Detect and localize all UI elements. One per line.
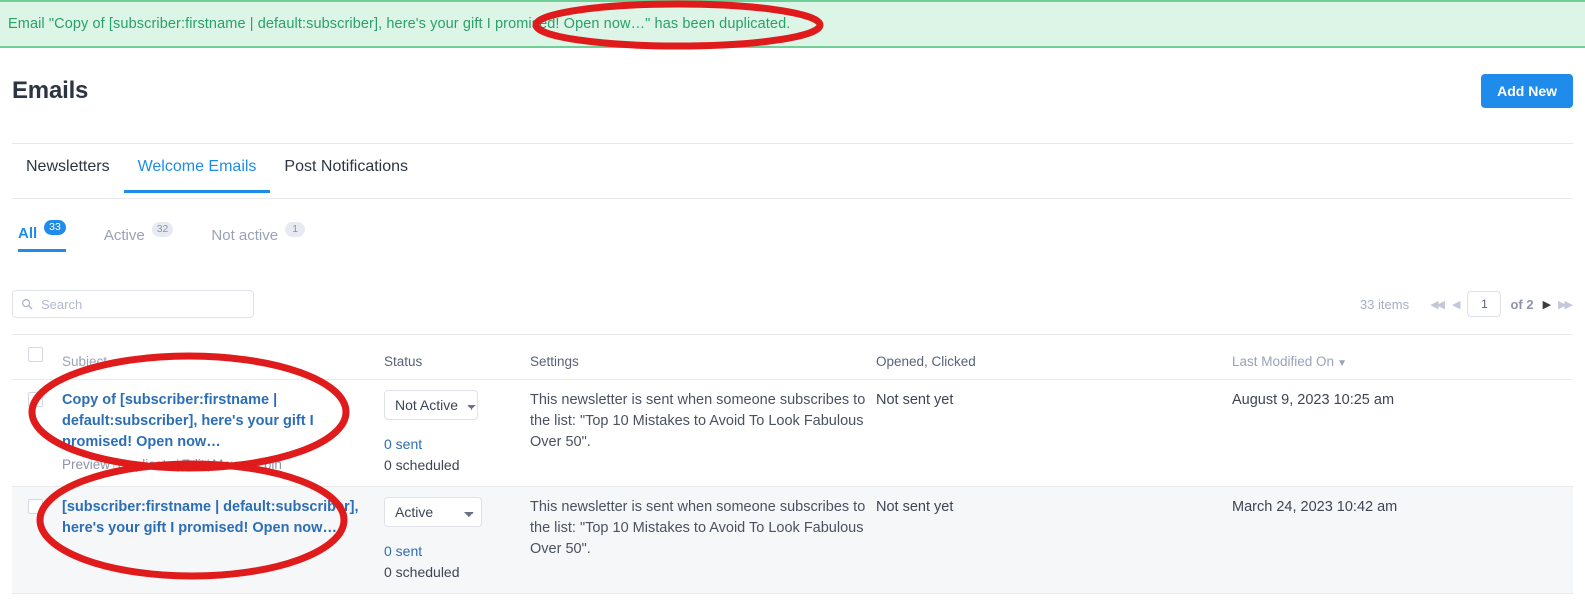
pagination-prev-icon[interactable]: ◀ [1452,298,1461,311]
status-select[interactable]: Active [384,497,482,527]
header-settings-cell: Settings [526,335,872,379]
tab-welcome-emails[interactable]: Welcome Emails [123,152,271,193]
action-separator: | [112,457,116,472]
pagination-first-icon[interactable]: ◀◀ [1430,298,1445,311]
page-title: Emails [12,77,89,104]
header-divider [12,143,1573,144]
row-checkbox[interactable] [28,392,43,407]
opened-clicked-value: Not sent yet [876,499,954,515]
tabs-divider [12,198,1573,199]
header-select-all-cell [12,335,58,379]
search-icon [22,299,33,310]
notification-message: Email "Copy of [subscriber:firstname | d… [8,16,791,32]
filter-all-count: 33 [44,220,66,235]
row-settings-cell: This newsletter is sent when someone sub… [526,487,872,593]
select-all-checkbox[interactable] [28,347,43,362]
filter-active-label: Active [103,226,145,244]
row-status-cell: Active 0 sent 0 scheduled [380,487,526,593]
pagination-last-icon[interactable]: ▶▶ [1558,298,1573,311]
filter-not-active-label: Not active [211,226,279,244]
action-preview[interactable]: Preview [62,457,110,472]
filter-all-label: All [18,225,38,242]
action-edit[interactable]: Edit [181,457,204,472]
row-select-cell [12,380,58,486]
search-input[interactable] [39,295,245,313]
pagination-items-count: 33 items [1359,296,1410,312]
sort-desc-caret: ▼ [1337,358,1347,369]
sent-count-link[interactable]: 0 sent [384,434,522,455]
action-separator: | [206,457,211,472]
row-last-modified-cell: August 9, 2023 10:25 am [1216,380,1573,486]
pagination-next-icon[interactable]: ▶ [1543,298,1552,311]
row-checkbox[interactable] [28,499,43,514]
row-opened-clicked-cell: Not sent yet [872,380,1216,486]
action-duplicate[interactable]: Duplicate [118,457,174,472]
table-header-row: Subject Status Settings Opened, Clicked … [12,335,1573,380]
row-last-modified-cell: March 24, 2023 10:42 am [1216,487,1573,593]
column-header-opened-clicked: Opened, Clicked [876,354,976,369]
row-select-cell [12,487,58,593]
row-actions: Preview | Duplicate | Edit | Move to bin [62,455,376,474]
row-sent-stats: 0 sent 0 scheduled [384,541,522,583]
filter-all[interactable]: All 33 [18,220,66,252]
column-header-settings: Settings [530,354,579,369]
row-settings-cell: This newsletter is sent when someone sub… [526,380,872,486]
settings-description: This newsletter is sent when someone sub… [530,499,866,557]
emails-page: Email "Copy of [subscriber:firstname | d… [0,0,1585,613]
scheduled-count: 0 scheduled [384,564,460,580]
header-status-cell: Status [380,335,526,379]
column-header-status: Status [384,354,423,369]
last-modified-value: March 24, 2023 10:42 am [1232,499,1398,515]
filter-not-active[interactable]: Not active 1 [211,221,306,251]
pagination-page-input[interactable] [1467,291,1502,317]
row-subject-cell: [subscriber:firstname | default:subscrib… [58,487,380,593]
main-tabs: Newsletters Welcome Emails Post Notifica… [12,152,1573,198]
row-opened-clicked-cell: Not sent yet [872,487,1216,593]
filter-active-count: 32 [151,221,174,237]
page-header: Emails Add New [0,48,1585,134]
row-status-cell: Not Active 0 sent 0 scheduled [380,380,526,486]
action-move-to-bin[interactable]: Move to bin [212,457,282,472]
pagination: 33 items ◀◀ ◀ of 2 ▶ ▶▶ [1359,290,1573,318]
tab-newsletters[interactable]: Newsletters [12,152,124,190]
pagination-total-pages: of 2 [1510,296,1534,312]
column-header-last-modified[interactable]: Last Modified On ▼ [1220,345,1569,369]
header-subject-cell: Subject [58,335,380,379]
email-subject-link[interactable]: Copy of [subscriber:firstname | default:… [62,390,376,453]
sent-count-link[interactable]: 0 sent [384,541,522,562]
add-new-button[interactable]: Add New [1481,74,1573,108]
column-header-subject[interactable]: Subject [62,345,376,369]
column-header-last-modified-label: Last Modified On [1232,354,1335,369]
scheduled-count: 0 scheduled [384,457,460,473]
notification-banner: Email "Copy of [subscriber:firstname | d… [0,0,1585,48]
row-subject-cell: Copy of [subscriber:firstname | default:… [58,380,380,486]
filter-active[interactable]: Active 32 [103,221,174,251]
last-modified-value: August 9, 2023 10:25 am [1232,392,1395,408]
tab-post-notifications[interactable]: Post Notifications [270,152,422,190]
filter-not-active-count: 1 [285,221,306,237]
header-opened-clicked-cell: Opened, Clicked [872,335,1216,379]
email-subject-link[interactable]: [subscriber:firstname | default:subscrib… [62,497,376,539]
header-last-modified-cell: Last Modified On ▼ [1216,335,1573,379]
table-row: [subscriber:firstname | default:subscrib… [12,487,1573,594]
opened-clicked-value: Not sent yet [876,392,954,408]
settings-description: This newsletter is sent when someone sub… [530,392,866,450]
status-select[interactable]: Not Active [384,390,478,420]
search-box[interactable] [12,290,254,318]
status-filters: All 33 Active 32 Not active 1 [18,220,306,252]
table-row: Copy of [subscriber:firstname | default:… [12,380,1573,487]
row-sent-stats: 0 sent 0 scheduled [384,434,522,476]
emails-table: Subject Status Settings Opened, Clicked … [12,334,1573,594]
